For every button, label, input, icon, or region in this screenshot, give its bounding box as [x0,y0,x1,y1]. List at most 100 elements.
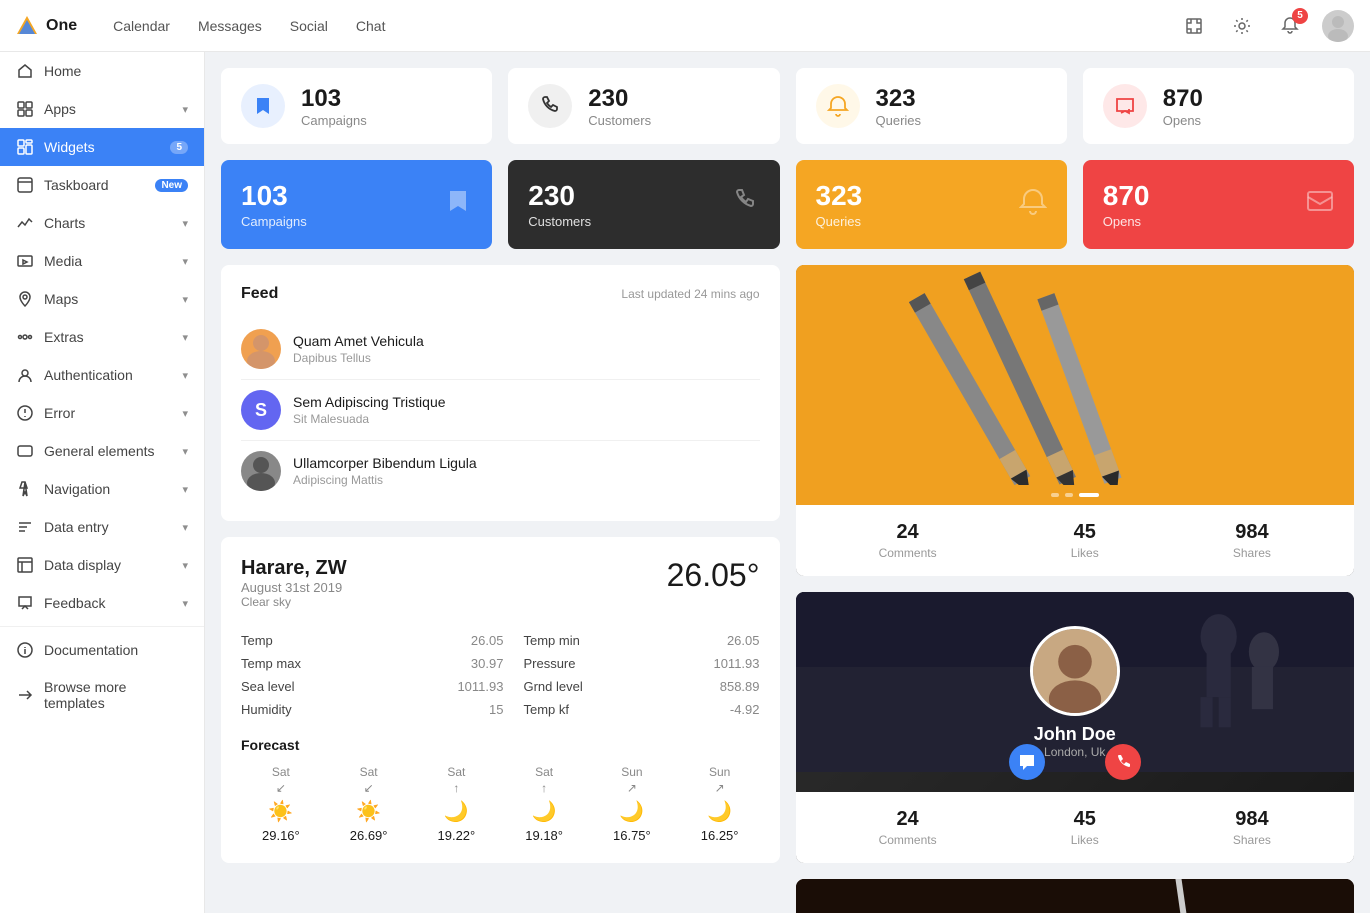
weather-label-pressure: Pressure [523,652,656,675]
dot-0 [1051,493,1059,497]
forecast-title: Forecast [241,737,760,753]
nav-social[interactable]: Social [278,12,340,40]
weather-val-tempmin: 26.05 [656,629,759,652]
docs-icon [16,641,34,659]
error-icon [16,404,34,422]
weather-table: Temp 26.05 Temp min 26.05 Temp max 30.97… [241,629,760,721]
sidebar-item-navigation[interactable]: Navigation ▾ [0,470,204,508]
colored-queries-label: Queries [816,214,863,229]
sidebar: Home Apps ▾ Widgets 5 Taskboard New [0,52,205,913]
forecast-icon-2: 🌙 [417,799,497,824]
feed-item-1: S Sem Adipiscing Tristique Sit Malesuada [241,380,760,441]
sidebar-item-general[interactable]: General elements ▾ [0,432,204,470]
bottom-left: Feed Last updated 24 mins ago Quam Amet … [221,265,780,913]
sidebar-item-documentation[interactable]: Documentation [0,631,204,669]
sidebar-item-apps[interactable]: Apps ▾ [0,90,204,128]
feed-updated: Last updated 24 mins ago [621,287,759,301]
sidebar-item-extras[interactable]: Extras ▾ [0,318,204,356]
nav-calendar[interactable]: Calendar [101,12,182,40]
feed-info-1: Sem Adipiscing Tristique Sit Malesuada [293,394,446,426]
notifications-button[interactable]: 5 [1274,10,1306,42]
weather-label-grndlevel: Grnd level [523,675,656,698]
sidebar-item-home[interactable]: Home [0,52,204,90]
logo[interactable]: One [16,15,77,37]
forecast-arrow-0: ↙ [241,781,321,795]
profile-stat-comments: 24 Comments [879,808,937,847]
customers-icon-wrapper [528,84,572,128]
navigation-chevron-icon: ▾ [182,483,188,496]
profile-name: John Doe [1034,724,1116,745]
profile-comment-button[interactable] [1009,744,1045,780]
weather-val-temp: 26.05 [375,629,523,652]
sidebar-item-authentication[interactable]: Authentication ▾ [0,356,204,394]
colored-queries-num: 323 [816,180,863,212]
forecast-2: Sat ↑ 🌙 19.22° [417,765,497,843]
sidebar-item-media[interactable]: Media ▾ [0,242,204,280]
gear-icon [1233,17,1251,35]
sidebar-item-data-display[interactable]: Data display ▾ [0,546,204,584]
feed-item-0: Quam Amet Vehicula Dapibus Tellus [241,319,760,380]
feed-name-0: Quam Amet Vehicula [293,333,424,349]
data-display-chevron-icon: ▾ [182,559,188,572]
pencils-svg [796,265,1355,485]
extras-icon [16,328,34,346]
profile-phone-button[interactable] [1105,744,1141,780]
nav-messages[interactable]: Messages [186,12,274,40]
sidebar-item-error[interactable]: Error ▾ [0,394,204,432]
sidebar-item-data-entry[interactable]: Data entry ▾ [0,508,204,546]
profile-stats-row: 24 Comments 45 Likes 984 Shares [796,792,1355,863]
forecast-grid: Sat ↙ ☀️ 29.16° Sat ↙ ☀️ 26.69° Sat [241,765,760,843]
weather-label-humidity: Humidity [241,698,375,721]
recipe-card: Shrimp and Chorizo Paella Yesterday Phil… [796,879,1355,913]
forecast-temp-0: 29.16° [241,828,321,843]
bell-queries-icon [827,95,849,117]
feed-sub-2: Adipiscing Mattis [293,473,477,487]
pencils-comments-lbl: Comments [879,546,937,560]
media-icon [16,252,34,270]
forecast-icon-5: 🌙 [680,799,760,824]
comment-icon [1018,753,1036,771]
opens-icon-wrapper [1103,84,1147,128]
sidebar-item-widgets[interactable]: Widgets 5 [0,128,204,166]
nav-chat[interactable]: Chat [344,12,398,40]
queries-info: 323 Queries [876,85,922,128]
data-entry-icon [16,518,34,536]
forecast-arrow-3: ↑ [504,781,584,795]
forecast-day-1: Sat [329,765,409,779]
forecast-3: Sat ↑ 🌙 19.18° [504,765,584,843]
sidebar-item-maps[interactable]: Maps ▾ [0,280,204,318]
sidebar-label-home: Home [44,63,81,79]
weather-row-1: Temp max 30.97 Pressure 1011.93 [241,652,760,675]
pencils-shares-lbl: Shares [1233,546,1271,560]
sidebar-item-taskboard[interactable]: Taskboard New [0,166,204,204]
feedback-icon [16,594,34,612]
settings-button[interactable] [1226,10,1258,42]
colored-card-queries: 323 Queries [796,160,1067,249]
feed-info-0: Quam Amet Vehicula Dapibus Tellus [293,333,424,365]
widgets-badge: 5 [170,141,188,154]
campaigns-label: Campaigns [301,113,367,128]
forecast-day-3: Sat [504,765,584,779]
feedback-chevron-icon: ▾ [182,597,188,610]
sidebar-item-charts[interactable]: Charts ▾ [0,204,204,242]
feed-name-1: Sem Adipiscing Tristique [293,394,446,410]
widget-icon [16,138,34,156]
user-avatar[interactable] [1322,10,1354,42]
weather-label-tempmin: Temp min [523,629,656,652]
sidebar-item-feedback[interactable]: Feedback ▾ [0,584,204,622]
weather-val-tempkf: -4.92 [656,698,759,721]
profile-comments-val: 24 [879,808,937,831]
profile-avatar [1030,626,1120,716]
profile-content: John Doe London, Uk [1030,626,1120,759]
forecast-arrow-1: ↙ [329,781,409,795]
sidebar-item-browse[interactable]: Browse more templates [0,669,204,721]
weather-header: Harare, ZW August 31st 2019 Clear sky [241,557,347,609]
sidebar-label-authentication: Authentication [44,367,133,383]
forecast-0: Sat ↙ ☀️ 29.16° [241,765,321,843]
queries-num: 323 [876,85,922,113]
feed-title: Feed [241,285,278,303]
logo-text: One [46,17,77,35]
forecast-temp-1: 26.69° [329,828,409,843]
colored-opens-icon [1306,187,1334,222]
fullscreen-button[interactable] [1178,10,1210,42]
